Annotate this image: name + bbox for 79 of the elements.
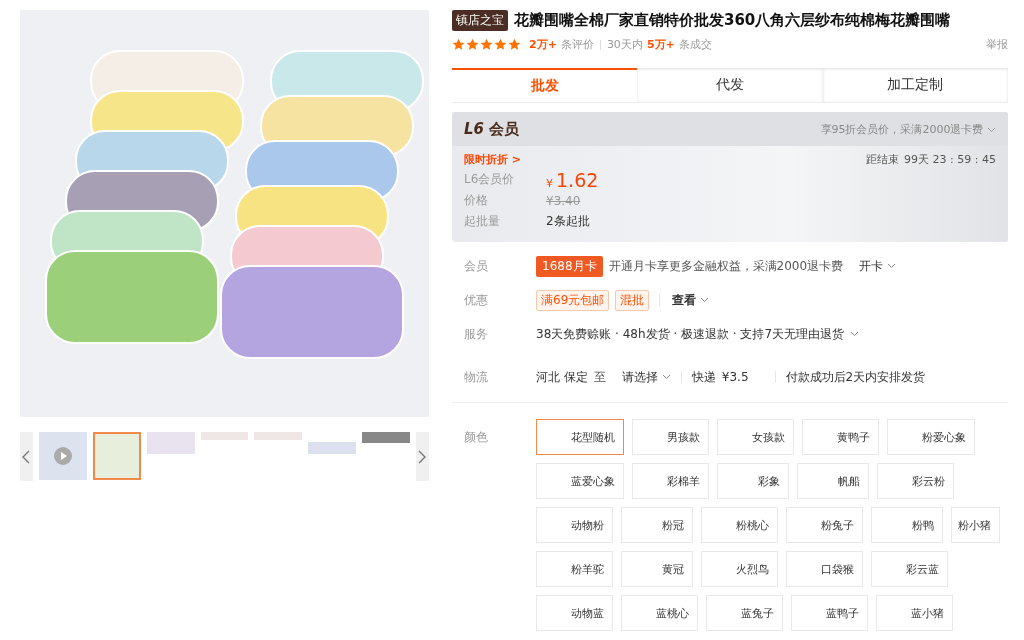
- thumbnail[interactable]: [308, 442, 357, 454]
- review-count: 2万+: [529, 37, 557, 52]
- thumbnail[interactable]: [38, 432, 87, 480]
- chevron-down-icon: [987, 126, 996, 133]
- color-option[interactable]: 火烈鸟: [701, 551, 778, 587]
- origin-text: 河北 保定: [536, 368, 588, 386]
- discount-tag: 混批: [615, 289, 650, 311]
- price-label: 起批量: [464, 213, 501, 230]
- color-option[interactable]: 黄鸭子: [802, 419, 879, 455]
- row-label: 物流: [463, 368, 489, 386]
- destination-select[interactable]: 请选择: [611, 368, 671, 386]
- discount-tag: 满69元包邮: [536, 289, 610, 311]
- color-option[interactable]: 粉冠: [621, 507, 693, 543]
- color-option[interactable]: 粉羊驼: [536, 551, 613, 587]
- row-label: 服务: [463, 325, 489, 343]
- member-text: 开通月卡享更多金融权益，采满2000退卡费: [608, 257, 844, 275]
- color-option[interactable]: 蓝桃心: [621, 595, 698, 631]
- chevron-down-icon: [661, 374, 671, 380]
- member-level: L6 会员: [464, 119, 520, 139]
- product-title: 花瓣围嘴全棉厂家直销特价批发360八角六层纱布纯棉梅花瓣围嘴: [514, 11, 951, 30]
- price-label: 价格: [464, 192, 489, 209]
- tab[interactable]: 代发: [637, 68, 823, 102]
- open-card-button[interactable]: 开卡: [849, 257, 897, 275]
- color-option[interactable]: 男孩款: [632, 419, 709, 455]
- next-button[interactable]: [416, 432, 429, 481]
- price-label: L6会员价: [464, 171, 516, 188]
- chevron-down-icon: [887, 263, 897, 269]
- shipping-method: 快递: [691, 368, 716, 386]
- thumbnail[interactable]: [200, 432, 249, 440]
- row-label: 颜色: [463, 429, 489, 446]
- thumbnail[interactable]: [362, 432, 410, 443]
- color-option[interactable]: 粉兔子: [786, 507, 863, 543]
- color-option[interactable]: 彩象: [717, 463, 789, 499]
- color-option[interactable]: 帆船: [797, 463, 869, 499]
- view-button[interactable]: 查看: [670, 291, 710, 309]
- row-label: 优惠: [463, 291, 489, 309]
- member-price: ¥1.62: [546, 168, 599, 191]
- color-option[interactable]: 彩云蓝: [871, 551, 948, 587]
- previous-button[interactable]: [20, 432, 33, 481]
- thumbnail[interactable]: [92, 432, 141, 480]
- color-option[interactable]: 彩棉羊: [632, 463, 709, 499]
- color-option[interactable]: 动物粉: [536, 507, 613, 543]
- color-option[interactable]: 粉小猪: [951, 507, 1000, 543]
- row-label: 会员: [463, 257, 489, 275]
- play-icon: [52, 446, 73, 466]
- shipping-fee: ¥3.5: [721, 370, 749, 384]
- thumbnail[interactable]: [254, 432, 303, 440]
- color-option[interactable]: 粉爱心象: [887, 419, 975, 455]
- original-price: ¥3.40: [546, 193, 581, 208]
- color-option[interactable]: 蓝爱心象: [536, 463, 624, 499]
- countdown-label: 距结束: [866, 152, 900, 167]
- color-option[interactable]: 蓝小猪: [876, 595, 953, 631]
- review-label: 条评价: [560, 37, 594, 52]
- store-badge: 镇店之宝: [452, 10, 508, 31]
- tab[interactable]: 加工定制: [822, 68, 1008, 102]
- chevron-down-icon: [850, 331, 860, 337]
- period-label: 30天内: [606, 37, 643, 52]
- deal-label: 条成交: [678, 37, 712, 52]
- color-option[interactable]: 花型随机: [536, 419, 624, 455]
- color-option[interactable]: 蓝鸭子: [791, 595, 868, 631]
- chevron-right-icon: [418, 449, 427, 464]
- countdown: 99天 23 : 59 : 45: [904, 152, 996, 167]
- chevron-left-icon: [22, 449, 31, 464]
- service-text: 38天免费赊账 · 48h发货 · 极速退款 · 支持7天无理由退货: [536, 325, 845, 343]
- delivery-note: 付款成功后2天内安排发货: [785, 368, 926, 386]
- color-option[interactable]: 彩云粉: [877, 463, 954, 499]
- color-option[interactable]: 女孩款: [717, 419, 794, 455]
- color-option[interactable]: 动物蓝: [536, 595, 613, 631]
- card-badge: 1688月卡: [536, 255, 603, 277]
- color-option[interactable]: 粉鸭: [871, 507, 943, 543]
- chevron-down-icon: [700, 297, 710, 303]
- color-option[interactable]: 口袋猴: [786, 551, 863, 587]
- to-label: 至: [593, 368, 606, 386]
- thumbnail[interactable]: [146, 432, 195, 454]
- color-option[interactable]: 蓝兔子: [706, 595, 783, 631]
- color-option[interactable]: 黄冠: [621, 551, 693, 587]
- deal-count: 5万+: [646, 37, 675, 52]
- min-order: 2条起批: [546, 213, 590, 230]
- color-option[interactable]: 粉桃心: [701, 507, 778, 543]
